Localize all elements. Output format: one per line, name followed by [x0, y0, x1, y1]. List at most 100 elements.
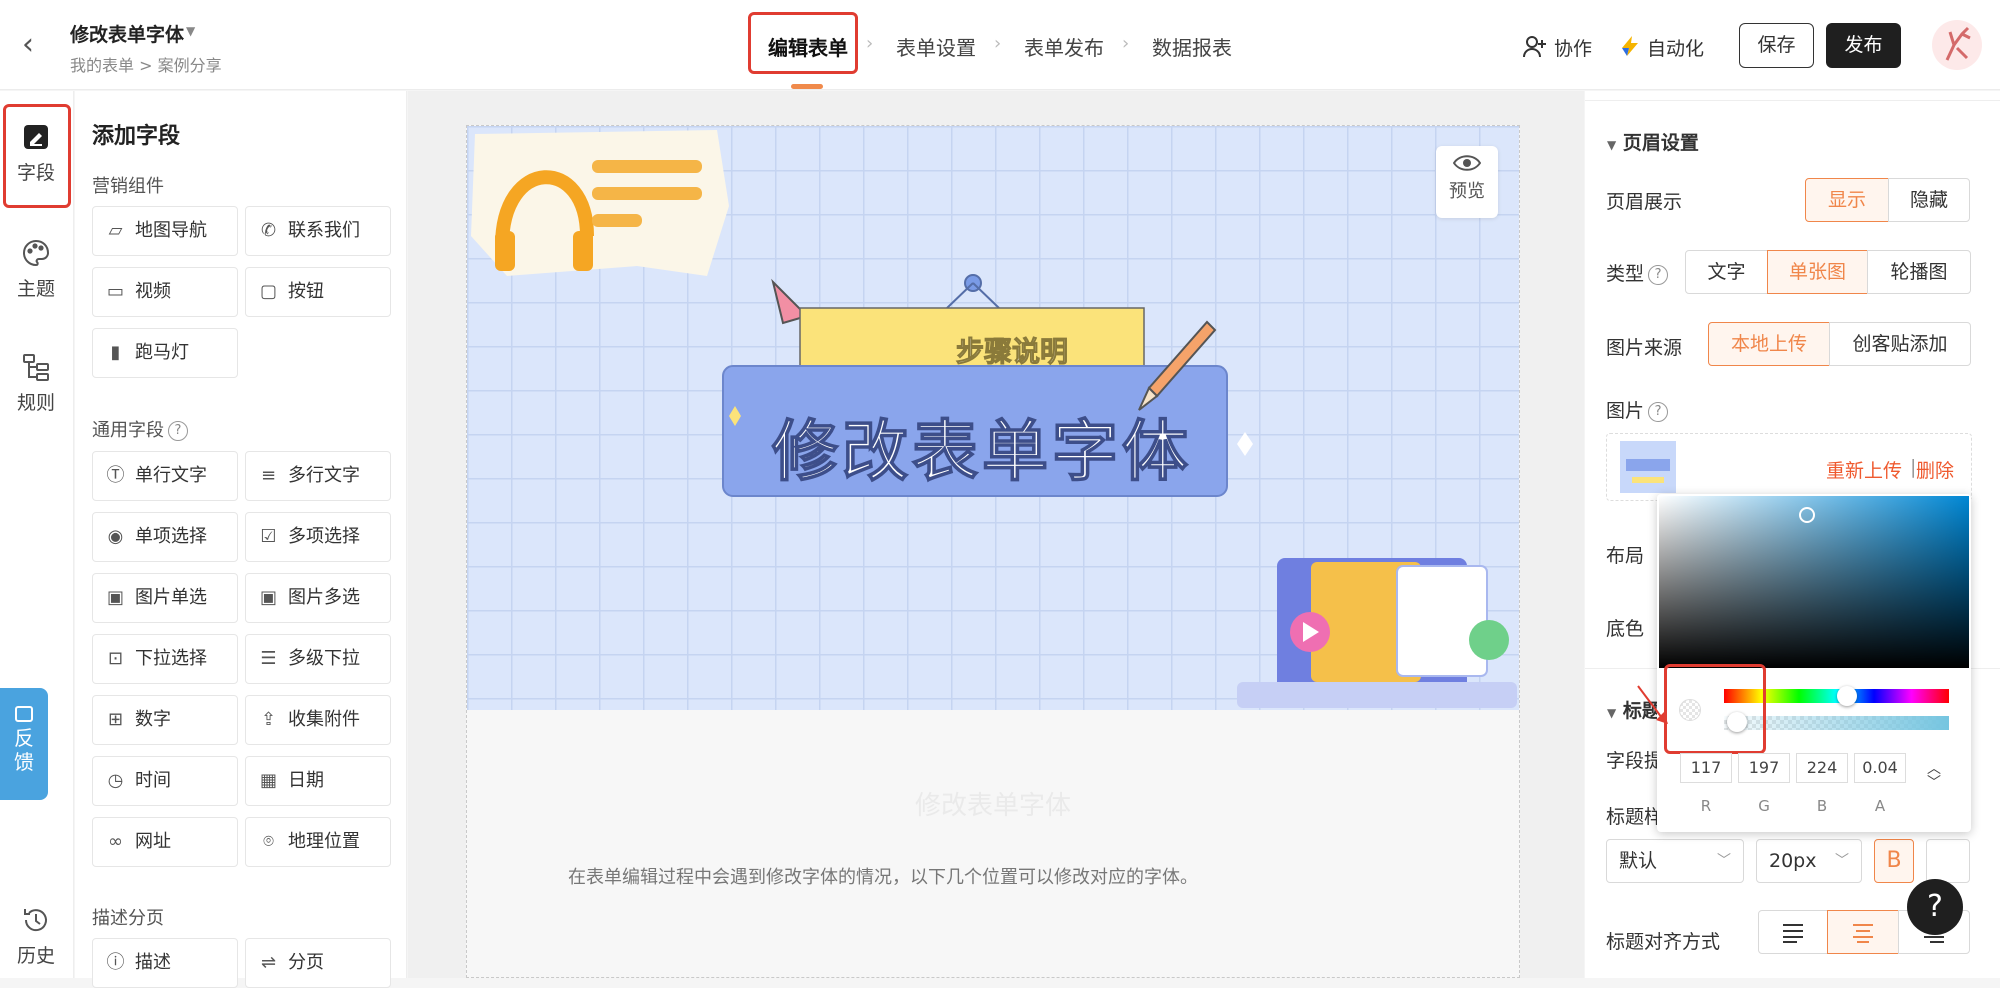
source-local-upload-option[interactable]: 本地上传	[1708, 322, 1830, 366]
font-family-select[interactable]: 默认 ﹀	[1606, 839, 1744, 883]
pointer-arrow-icon	[1637, 685, 1668, 724]
map-icon: ▱	[108, 220, 123, 241]
red-label: R	[1700, 797, 1712, 815]
title-color-swatch[interactable]	[1926, 839, 1970, 883]
left-rail	[0, 91, 74, 978]
preview-button[interactable]: 预览	[1436, 146, 1498, 218]
field-cascade[interactable]: ☰ 多级下拉	[245, 634, 391, 684]
field-dropdown[interactable]: ⊡ 下拉选择	[92, 634, 238, 684]
rail-item-rules[interactable]: 规则	[0, 352, 72, 415]
field-image-single[interactable]: ▣ 图片单选	[92, 573, 238, 623]
align-left-icon	[1783, 924, 1803, 943]
publish-button[interactable]: 发布	[1826, 23, 1901, 68]
field-single-choice[interactable]: ◉ 单项选择	[92, 512, 238, 562]
red-input[interactable]: 117	[1680, 753, 1732, 783]
hue-slider-handle[interactable]	[1837, 686, 1857, 706]
collapse-caret-icon: ▼	[1607, 138, 1617, 152]
blue-input[interactable]: 224	[1796, 753, 1848, 783]
field-single-text[interactable]: Ⓣ 单行文字	[92, 451, 238, 501]
field-map-nav[interactable]: ▱ 地图导航	[92, 206, 238, 256]
display-hide-option[interactable]: 隐藏	[1888, 178, 1970, 222]
field-label: 地图导航	[135, 220, 207, 241]
step-edit-form[interactable]: 编辑表单	[768, 32, 848, 61]
help-circle-icon[interactable]: ?	[1648, 265, 1669, 285]
font-size-select[interactable]: 20px ﹀	[1756, 839, 1862, 883]
type-text-option[interactable]: 文字	[1685, 250, 1768, 294]
step-form-settings[interactable]: 表单设置	[896, 32, 976, 61]
field-description[interactable]: ⓘ 描述	[92, 938, 238, 988]
form-description[interactable]: 在表单编辑过程中会遇到修改字体的情况，以下几个位置可以修改对应的字体。	[568, 863, 1198, 889]
header-settings-title[interactable]: ▼ 页眉设置	[1607, 128, 1699, 155]
image-label: 图片?	[1606, 396, 1669, 423]
pagebreak-icon: ⇌	[260, 952, 277, 973]
back-arrow-icon[interactable]: ‹	[22, 30, 52, 60]
breadcrumb[interactable]: 我的表单 > 案例分享	[70, 52, 222, 76]
active-step-underline	[791, 84, 823, 89]
display-show-option[interactable]: 显示	[1805, 178, 1889, 222]
title-dropdown-icon[interactable]: ▼	[186, 24, 195, 38]
field-label: 联系我们	[288, 220, 360, 241]
automation-button[interactable]: 自动化	[1647, 34, 1704, 61]
panel-title: 添加字段	[92, 124, 181, 149]
help-circle-icon[interactable]: ?	[1648, 402, 1669, 422]
info-icon: ⓘ	[106, 952, 125, 973]
field-time[interactable]: ◷ 时间	[92, 756, 238, 806]
format-toggle-icon[interactable]: ︿ ﹀	[1926, 762, 1942, 790]
rail-item-fields[interactable]: 字段	[0, 122, 72, 185]
field-multi-choice[interactable]: ☑ 多项选择	[245, 512, 391, 562]
section-title-general: 通用字段?	[92, 416, 188, 442]
rail-label: 字段	[16, 162, 55, 184]
field-image-multi[interactable]: ▣ 图片多选	[245, 573, 391, 623]
type-single-image-option[interactable]: 单张图	[1767, 250, 1868, 294]
bold-toggle[interactable]: B	[1874, 839, 1914, 883]
delete-link[interactable]: 删除	[1916, 456, 1954, 483]
rail-item-history[interactable]: 历史	[0, 905, 72, 968]
field-button[interactable]: ▢ 按钮	[245, 267, 391, 317]
collaborate-icon[interactable]	[1522, 34, 1548, 60]
background-color-label: 底色	[1606, 618, 1645, 640]
select-value: 默认	[1619, 850, 1658, 872]
source-chuangkit-option[interactable]: 创客贴添加	[1829, 322, 1971, 366]
field-label: 日期	[288, 770, 324, 791]
green-input[interactable]: 197	[1738, 753, 1790, 783]
saturation-handle[interactable]	[1799, 507, 1815, 523]
field-marquee[interactable]: ▮ 跑马灯	[92, 328, 238, 378]
field-number[interactable]: ⊞ 数字	[92, 695, 238, 745]
step-form-publish[interactable]: 表单发布	[1024, 32, 1104, 61]
field-location[interactable]: ⌾ 地理位置	[245, 817, 391, 867]
field-hint-label: 字段提	[1606, 750, 1664, 772]
alpha-input[interactable]: 0.04	[1854, 753, 1906, 783]
settings-top-divider	[1585, 91, 2000, 101]
video-icon: ▭	[106, 281, 124, 302]
save-button[interactable]: 保存	[1739, 23, 1814, 68]
avatar[interactable]	[1932, 20, 1982, 70]
field-attachment[interactable]: ⇪ 收集附件	[245, 695, 391, 745]
help-button[interactable]: ?	[1907, 879, 1963, 935]
step-data-report[interactable]: 数据报表	[1152, 32, 1232, 61]
rules-tree-icon	[23, 354, 49, 381]
align-center-option[interactable]	[1827, 910, 1899, 954]
collapse-caret-icon: ▼	[1607, 706, 1617, 720]
type-label: 类型?	[1606, 259, 1669, 286]
type-carousel-option[interactable]: 轮播图	[1867, 250, 1971, 294]
reupload-link[interactable]: 重新上传	[1826, 456, 1902, 483]
text-icon: Ⓣ	[106, 465, 125, 486]
field-video[interactable]: ▭ 视频	[92, 267, 238, 317]
section-title-text: 页眉设置	[1622, 132, 1699, 154]
layout-label: 布局	[1606, 545, 1645, 567]
field-multi-text[interactable]: ≡ 多行文字	[245, 451, 391, 501]
feedback-button[interactable]: 反馈	[0, 688, 48, 800]
saturation-value-area[interactable]	[1659, 496, 1969, 668]
field-contact-us[interactable]: ✆ 联系我们	[245, 206, 391, 256]
form-title[interactable]: 修改表单字体	[70, 20, 184, 47]
align-left-option[interactable]	[1758, 910, 1828, 954]
checkbox-icon: ☑	[260, 526, 277, 547]
help-circle-icon[interactable]: ?	[168, 421, 188, 441]
form-title-text[interactable]: 修改表单字体	[467, 785, 1519, 822]
automation-icon[interactable]	[1618, 34, 1642, 58]
field-url[interactable]: ∞ 网址	[92, 817, 238, 867]
rail-item-theme[interactable]: 主题	[0, 238, 72, 301]
field-pagebreak[interactable]: ⇌ 分页	[245, 938, 391, 988]
field-date[interactable]: ▦ 日期	[245, 756, 391, 806]
collaborate-button[interactable]: 协作	[1554, 34, 1592, 61]
